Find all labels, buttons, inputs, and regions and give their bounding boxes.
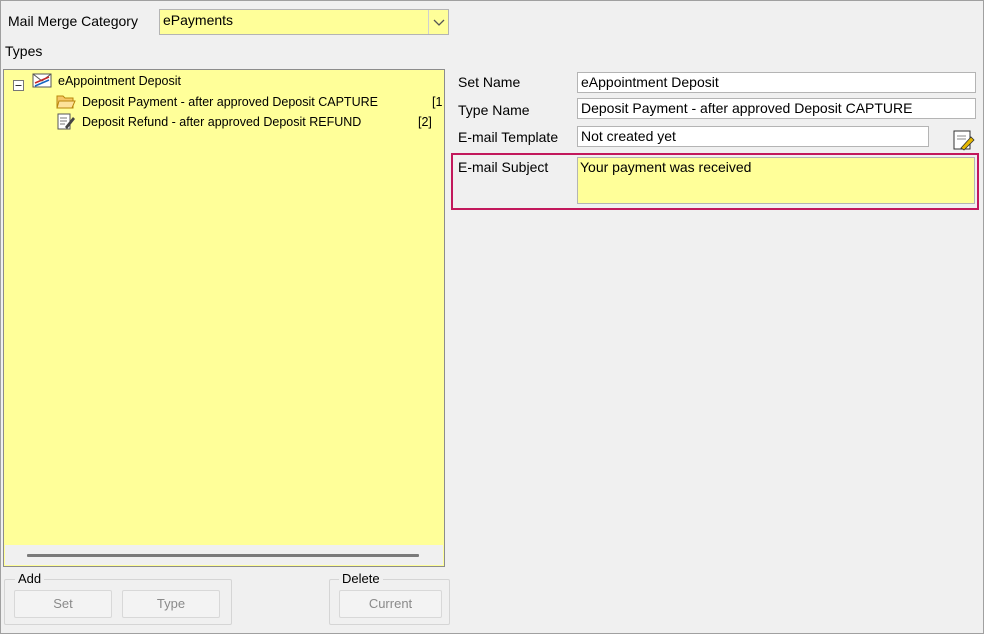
types-label: Types [5, 43, 43, 59]
add-group-title: Add [15, 571, 45, 586]
delete-current-button[interactable]: Current [339, 590, 442, 618]
types-tree[interactable]: eAppointment Deposit Deposit Payment - a… [3, 69, 445, 567]
email-subject-field[interactable]: Your payment was received [577, 157, 975, 204]
tree-item-label: Deposit Payment - after approved Deposit… [82, 95, 378, 109]
delete-group-title: Delete [339, 571, 383, 586]
email-template-label: E-mail Template [458, 129, 559, 145]
add-set-button[interactable]: Set [14, 590, 112, 618]
open-folder-icon [56, 93, 76, 113]
delete-group: Delete Current [329, 571, 450, 625]
email-subject-label: E-mail Subject [458, 159, 549, 175]
tree-item-deposit-refund[interactable]: Deposit Refund - after approved Deposit … [82, 115, 361, 129]
category-dropdown[interactable]: ePayments [159, 9, 449, 35]
mail-set-icon [32, 72, 54, 93]
tree-item-label: Deposit Refund - after approved Deposit … [82, 115, 362, 129]
chevron-down-icon[interactable] [428, 10, 448, 34]
set-name-label: Set Name [458, 74, 521, 90]
type-name-label: Type Name [458, 102, 530, 118]
tree-item-count: [1 [432, 95, 443, 109]
tree-root-item[interactable]: eAppointment Deposit [58, 74, 181, 88]
category-value: ePayments [163, 12, 234, 28]
edit-template-icon[interactable] [951, 128, 977, 152]
category-label: Mail Merge Category [8, 13, 138, 29]
tree-item-deposit-payment[interactable]: Deposit Payment - after approved Deposit… [82, 95, 378, 109]
set-name-field[interactable]: eAppointment Deposit [577, 72, 976, 93]
type-name-field[interactable]: Deposit Payment - after approved Deposit… [577, 98, 976, 119]
email-template-field[interactable]: Not created yet [577, 126, 929, 147]
add-group: Add Set Type [4, 571, 232, 625]
collapse-icon[interactable] [13, 78, 24, 94]
scrollbar-thumb[interactable] [27, 554, 419, 557]
horizontal-scrollbar[interactable] [5, 545, 443, 565]
tree-root-label: eAppointment Deposit [58, 74, 181, 88]
tree-item-count: [2] [418, 115, 432, 129]
edit-document-icon [56, 112, 76, 134]
mail-merge-window: Mail Merge Category ePayments Types eApp… [0, 0, 984, 634]
add-type-button[interactable]: Type [122, 590, 220, 618]
